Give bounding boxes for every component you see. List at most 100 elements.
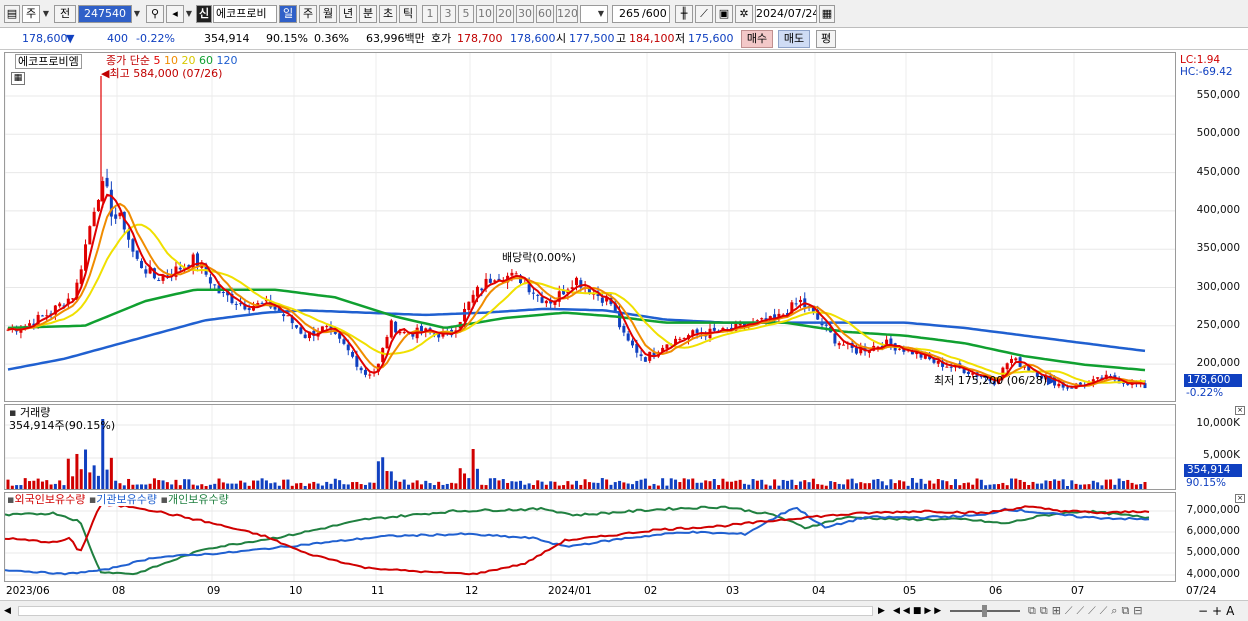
chevron-down-icon[interactable]: ▼ (596, 5, 606, 23)
volume-bar (639, 479, 643, 489)
hc-value: HC:-69.42 (1180, 66, 1233, 78)
table-icon[interactable]: ▦ (11, 72, 25, 85)
candle-body (303, 334, 307, 339)
tab-day[interactable]: 일 (279, 5, 297, 23)
candle-body (221, 291, 225, 293)
tab-minute[interactable]: 분 (359, 5, 377, 23)
candle-body (531, 292, 535, 294)
volume-bar (661, 478, 665, 489)
scroll-left-icon[interactable]: ◀ (4, 604, 16, 618)
candle-body (798, 299, 802, 303)
interval-1[interactable]: 1 (422, 5, 438, 23)
period-unit-select[interactable]: 주 (22, 5, 40, 23)
price-change-pct: -0.22% (136, 32, 175, 45)
chevron-down-icon[interactable]: ▼ (184, 5, 194, 23)
volume-bar (618, 480, 622, 489)
volume-bar (411, 482, 415, 489)
ma10-line (7, 202, 1146, 387)
volume-bar (53, 483, 57, 489)
drawing-tools-icons[interactable]: ⧉⧉⊞⟋⟋⟋⟋⌕⧉⊟ (1028, 603, 1147, 619)
volume-bar (923, 483, 927, 489)
price-chart-panel[interactable]: 에코프로비엠 종가 단순 5 10 20 60 120 ▦ ◀최고 584,00… (4, 52, 1176, 402)
zoom-slider-handle[interactable] (982, 605, 987, 617)
interval-60[interactable]: 60 (536, 5, 554, 23)
info-badge[interactable]: 신 (196, 5, 212, 23)
volume-current: 354,914주(90.15%) (9, 419, 116, 432)
calendar-icon[interactable]: ▦ (819, 5, 835, 23)
save-icon[interactable]: ▣ (715, 5, 733, 23)
volume-bar (273, 482, 277, 489)
scroll-right-icon[interactable]: ▶ (878, 604, 890, 618)
tab-second[interactable]: 초 (379, 5, 397, 23)
panel-close-icon[interactable]: × (1235, 406, 1245, 415)
volume-bar (62, 485, 66, 489)
candle-body (678, 338, 682, 340)
sell-button[interactable]: 매도 (778, 30, 810, 48)
window-menu-icon[interactable]: ▤ (4, 5, 20, 23)
holding-chart-canvas[interactable] (5, 493, 1176, 582)
legend-individual: 개인보유수량 (167, 493, 229, 506)
interval-5[interactable]: 5 (458, 5, 474, 23)
eval-button[interactable]: 평 (816, 30, 836, 48)
volume-bar (441, 484, 445, 489)
x-label-right: 07/24 (1186, 585, 1217, 597)
chevron-down-icon[interactable]: ▼ (41, 5, 51, 23)
playback-controls[interactable]: ◀◀■▶▶ (893, 604, 944, 618)
holding-chart-panel[interactable]: ▪외국인보유수량 ▪기관보유수량 ▪개인보유수량 (4, 492, 1176, 582)
volume-bar (562, 485, 566, 489)
interval-10[interactable]: 10 (476, 5, 494, 23)
volume-bar (428, 483, 432, 489)
volume-bar (71, 476, 75, 489)
volume-chart-panel[interactable]: ▪ 거래량 354,914주(90.15%) (4, 404, 1176, 490)
ma120-label: 120 (216, 54, 238, 67)
volume-bar (652, 483, 656, 489)
buy-button[interactable]: 매수 (741, 30, 773, 48)
volume-bar (704, 480, 708, 489)
candle-body (622, 325, 626, 333)
volume-bar (45, 480, 49, 489)
volume-bar (648, 485, 652, 489)
x-label: 2024/01 (548, 585, 592, 597)
volume-bar (424, 480, 428, 489)
chevron-down-icon[interactable]: ▼ (132, 5, 142, 23)
tab-tick[interactable]: 틱 (399, 5, 417, 23)
speaker-icon[interactable]: ◂ (166, 5, 184, 23)
volume-bar (359, 484, 363, 489)
x-label: 12 (465, 585, 479, 597)
interval-120[interactable]: 120 (556, 5, 578, 23)
lc-value: LC:1.94 (1180, 54, 1221, 66)
interval-3[interactable]: 3 (440, 5, 456, 23)
candle-type-icon[interactable]: ╫ (675, 5, 693, 23)
panel-close-icon[interactable]: × (1235, 494, 1245, 503)
volume-bar (389, 471, 393, 489)
volume-bar (966, 482, 970, 489)
draw-line-icon[interactable]: ⟋ (695, 5, 713, 23)
volume-chart-canvas[interactable] (5, 405, 1176, 490)
gear-icon[interactable]: ✲ (735, 5, 753, 23)
date-input[interactable]: 2024/07/24 (755, 5, 817, 23)
stock-code-input[interactable]: 247540 (78, 5, 132, 23)
interval-30[interactable]: 30 (516, 5, 534, 23)
search-icon[interactable]: ⚲ (146, 5, 164, 23)
low-marker: 최저 175,200 (06/28)▶ (934, 374, 1056, 387)
tab-year[interactable]: 년 (339, 5, 357, 23)
volume-bar (204, 485, 208, 489)
zoom-tools-icons[interactable]: −+A (1198, 603, 1238, 619)
volume-bar (407, 484, 411, 489)
volume-bar (557, 485, 561, 489)
volume-bar (96, 475, 100, 489)
prev-button[interactable]: 전 (54, 5, 76, 23)
holding-axis: × 7,000,000 6,000,000 5,000,000 4,000,00… (1178, 492, 1248, 582)
interval-20[interactable]: 20 (496, 5, 514, 23)
volume-bar (553, 481, 557, 489)
volume-bar (1044, 480, 1048, 489)
horizontal-scrollbar[interactable] (18, 606, 873, 616)
display-count-input[interactable]: 265 (612, 5, 642, 23)
volume-bar (187, 479, 191, 489)
volume-bar (656, 485, 660, 489)
tab-week[interactable]: 주 (299, 5, 317, 23)
volume-bar (105, 469, 109, 489)
candle-body (1014, 358, 1018, 361)
price-chart-canvas[interactable] (5, 53, 1176, 402)
tab-month[interactable]: 월 (319, 5, 337, 23)
